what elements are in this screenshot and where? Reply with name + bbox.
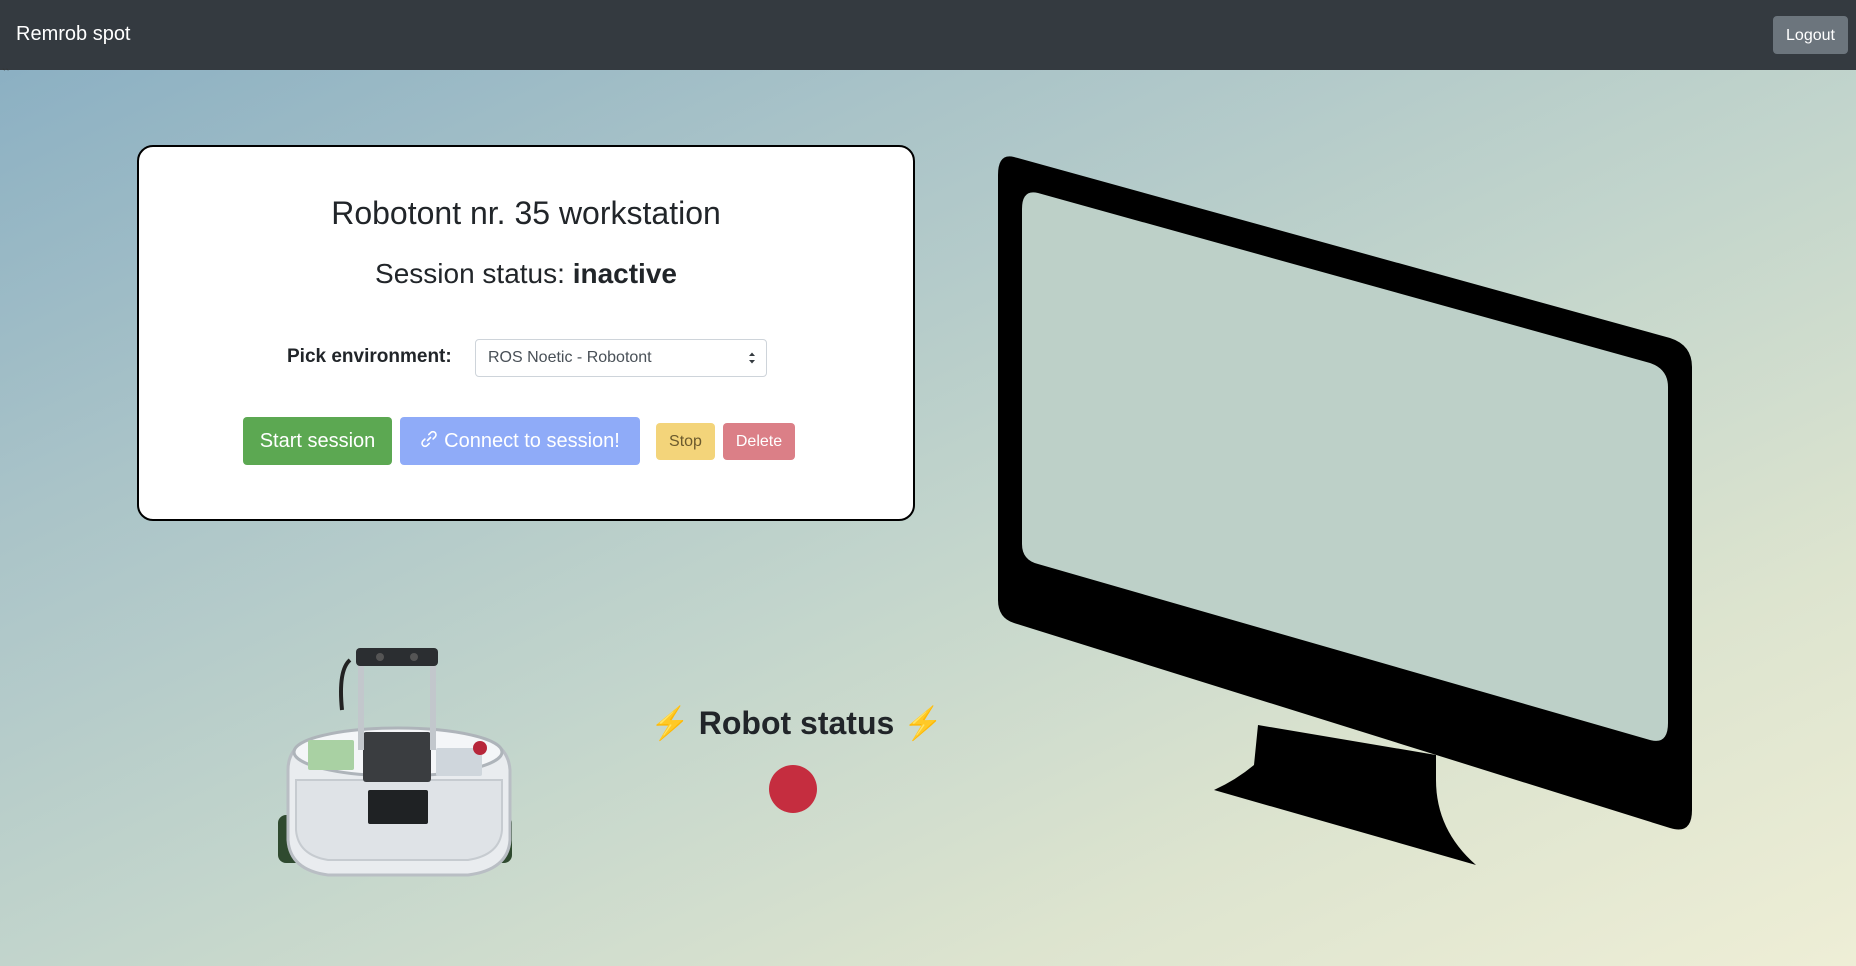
caret-updown-icon (749, 352, 755, 364)
robot-image (278, 648, 512, 877)
top-navbar: Remrob spot Logout (0, 0, 1856, 70)
lightning-icon: ⚡ (650, 705, 690, 741)
lightning-icon: ⚡ (903, 705, 944, 741)
robot-status-indicator (769, 765, 817, 813)
stop-button[interactable]: Stop (656, 423, 715, 460)
session-status-label: Session status: (375, 258, 573, 289)
environment-label: Pick environment: (287, 346, 452, 367)
start-session-button[interactable]: Start session (243, 417, 392, 465)
connect-session-label: Connect to session! (444, 430, 620, 452)
robot-status-label: Robot status (698, 705, 895, 741)
workstation-title: Robotont nr. 35 workstation (331, 195, 721, 231)
robot-status-title: ⚡ Robot status ⚡ (650, 704, 943, 742)
monitor-illustration (998, 156, 1692, 865)
environment-select[interactable]: ROS Noetic - Robotont (475, 339, 767, 377)
logout-button[interactable]: Logout (1773, 16, 1848, 54)
workstation-card: Robotont nr. 35 workstation Session stat… (137, 145, 915, 521)
session-status: Session status: inactive (139, 258, 913, 290)
link-icon (421, 430, 437, 448)
environment-selected-value: ROS Noetic - Robotont (488, 349, 652, 366)
connect-session-button[interactable]: Connect to session! (400, 417, 640, 465)
delete-button[interactable]: Delete (723, 423, 795, 460)
stray-text: `` (2, 68, 10, 80)
session-status-value: inactive (572, 258, 677, 289)
brand-link[interactable]: Remrob spot (16, 23, 131, 46)
